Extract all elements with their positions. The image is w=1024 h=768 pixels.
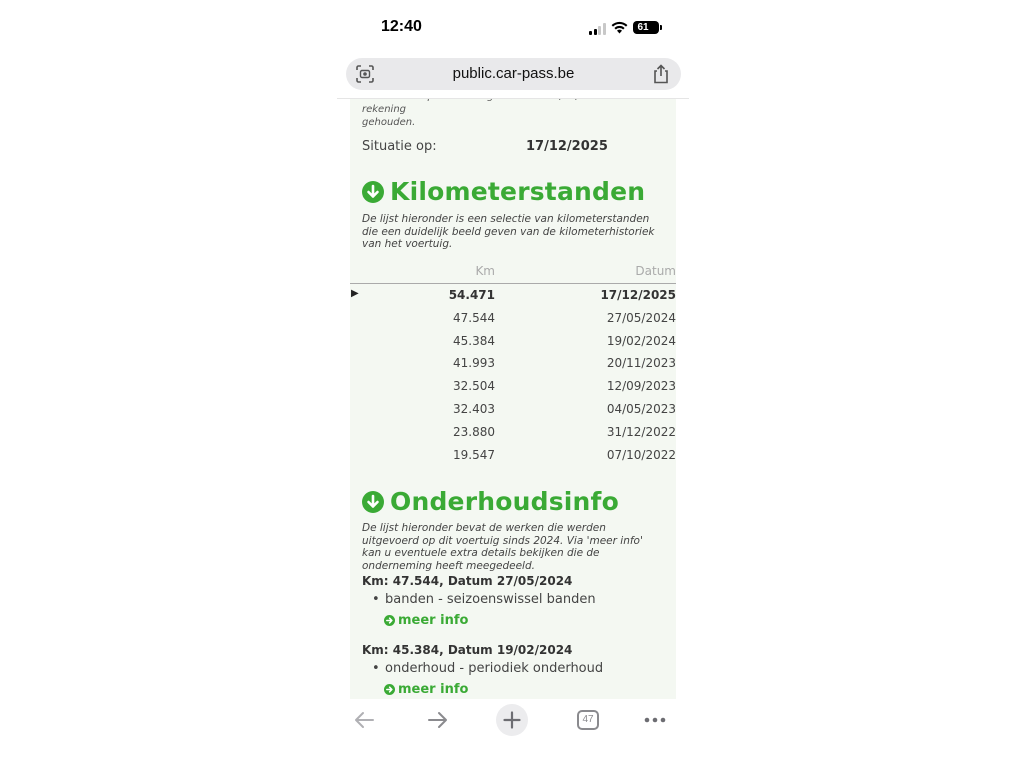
km-description: De lijst hieronder is een selectie van k… <box>362 213 655 250</box>
page-content: Enkel met exporteren uitgevoerd na 01/05… <box>350 99 676 699</box>
maintenance-entry-header: Km: 47.544, Datum 27/05/2024 <box>362 574 573 588</box>
bullet: • <box>372 661 380 676</box>
date-cell: 07/10/2022 <box>606 447 676 462</box>
situatie-row: Situatie op: 17/12/2025 <box>362 139 662 157</box>
phone-screen: 12:40 61 public.car-pass.be rekening geh… <box>337 0 689 768</box>
partial-text-line: gehouden. <box>362 117 416 128</box>
arrow-down-circle-icon <box>362 180 384 203</box>
battery-tip <box>660 25 662 30</box>
km-table: Km Datum ▶ 54.471 17/12/2025 47.544 27/05/20… <box>350 262 676 466</box>
partial-text: Enkel met exporteren uitgevoerd na 01/05… <box>362 99 662 129</box>
arrow-right-circle-icon <box>384 615 395 626</box>
situatie-label: Situatie op: <box>362 139 437 154</box>
date-cell: 27/05/2024 <box>606 310 676 325</box>
back-arrow-icon <box>355 712 374 728</box>
km-table-row: 23.880 31/12/2022 <box>350 421 676 444</box>
browser-toolbar: 47 <box>337 700 689 740</box>
date-cell: 04/05/2023 <box>606 401 676 416</box>
km-table-header: Km Datum <box>350 262 676 284</box>
km-cell: 47.544 <box>453 310 495 325</box>
maintenance-entry-item: banden - seizoenswissel banden <box>385 592 596 607</box>
meer-info-link[interactable]: meer info <box>384 682 468 697</box>
address-bar[interactable]: public.car-pass.be <box>346 58 681 90</box>
maintenance-entry-item: onderhoud - periodiek onderhoud <box>385 661 604 676</box>
km-table-row: 19.547 07/10/2022 <box>350 444 676 467</box>
km-table-row: 41.993 20/11/2023 <box>350 352 676 375</box>
partial-text-line: Enkel met exporteren uitgevoerd na 01/05… <box>362 99 637 115</box>
km-cell: 45.384 <box>453 333 495 348</box>
km-cell: 23.880 <box>453 424 495 439</box>
km-table-row: 47.544 27/05/2024 <box>350 307 676 330</box>
maintenance-entry-header: Km: 45.384, Datum 19/02/2024 <box>362 643 573 657</box>
maintenance-title-text: Onderhoudsinfo <box>390 487 619 516</box>
km-cell: 41.993 <box>453 356 495 371</box>
km-table-body: ▶ 54.471 17/12/2025 47.544 27/05/2024 45.384 1… <box>350 284 676 466</box>
tabs-button[interactable]: 47 <box>575 704 601 736</box>
km-table-row: 32.504 12/09/2023 <box>350 375 676 398</box>
tabs-icon: 47 <box>577 710 599 730</box>
plus-icon <box>503 711 521 729</box>
meer-info-label[interactable]: meer info <box>398 682 468 697</box>
km-section-title[interactable]: Kilometerstanden <box>362 177 645 206</box>
maintenance-description: De lijst hieronder bevat de werken die w… <box>362 522 643 572</box>
date-cell: 31/12/2022 <box>606 424 676 439</box>
situatie-value: 17/12/2025 <box>526 139 608 154</box>
forward-button[interactable] <box>425 704 451 736</box>
arrow-down-circle-icon <box>362 490 384 513</box>
arrow-right-circle-icon <box>384 684 395 695</box>
km-title-text: Kilometerstanden <box>390 177 646 206</box>
km-table-row: 32.403 04/05/2023 <box>350 398 676 421</box>
battery-icon: 61 <box>633 21 659 34</box>
new-tab-button[interactable] <box>496 704 528 736</box>
meer-info-label[interactable]: meer info <box>398 613 468 628</box>
km-cell: 32.403 <box>453 401 495 416</box>
forward-arrow-icon <box>428 712 447 728</box>
km-cell: 32.504 <box>453 379 495 394</box>
more-icon <box>644 717 666 723</box>
date-cell: 12/09/2023 <box>606 379 676 394</box>
km-cell: 54.471 <box>448 288 495 302</box>
km-table-row: 45.384 19/02/2024 <box>350 330 676 353</box>
status-time: 12:40 <box>381 18 422 35</box>
share-icon[interactable] <box>652 64 670 84</box>
date-cell: 17/12/2025 <box>600 288 676 302</box>
column-header-date: Datum <box>635 264 676 278</box>
back-button[interactable] <box>351 704 377 736</box>
maintenance-section-title[interactable]: Onderhoudsinfo <box>362 487 619 516</box>
status-bar: 12:40 61 <box>337 14 689 44</box>
more-button[interactable] <box>642 704 668 736</box>
bullet: • <box>372 592 380 607</box>
current-row-marker-icon: ▶ <box>351 288 359 299</box>
wifi-icon <box>611 21 628 34</box>
km-cell: 19.547 <box>453 447 495 462</box>
cellular-signal-icon <box>589 23 607 35</box>
meer-info-link[interactable]: meer info <box>384 613 468 628</box>
date-cell: 19/02/2024 <box>606 333 676 348</box>
column-header-km: Km <box>475 264 495 278</box>
date-cell: 20/11/2023 <box>606 356 676 371</box>
url-text[interactable]: public.car-pass.be <box>346 58 681 90</box>
battery-level: 61 <box>637 22 649 33</box>
km-table-row: ▶ 54.471 17/12/2025 <box>350 284 676 307</box>
